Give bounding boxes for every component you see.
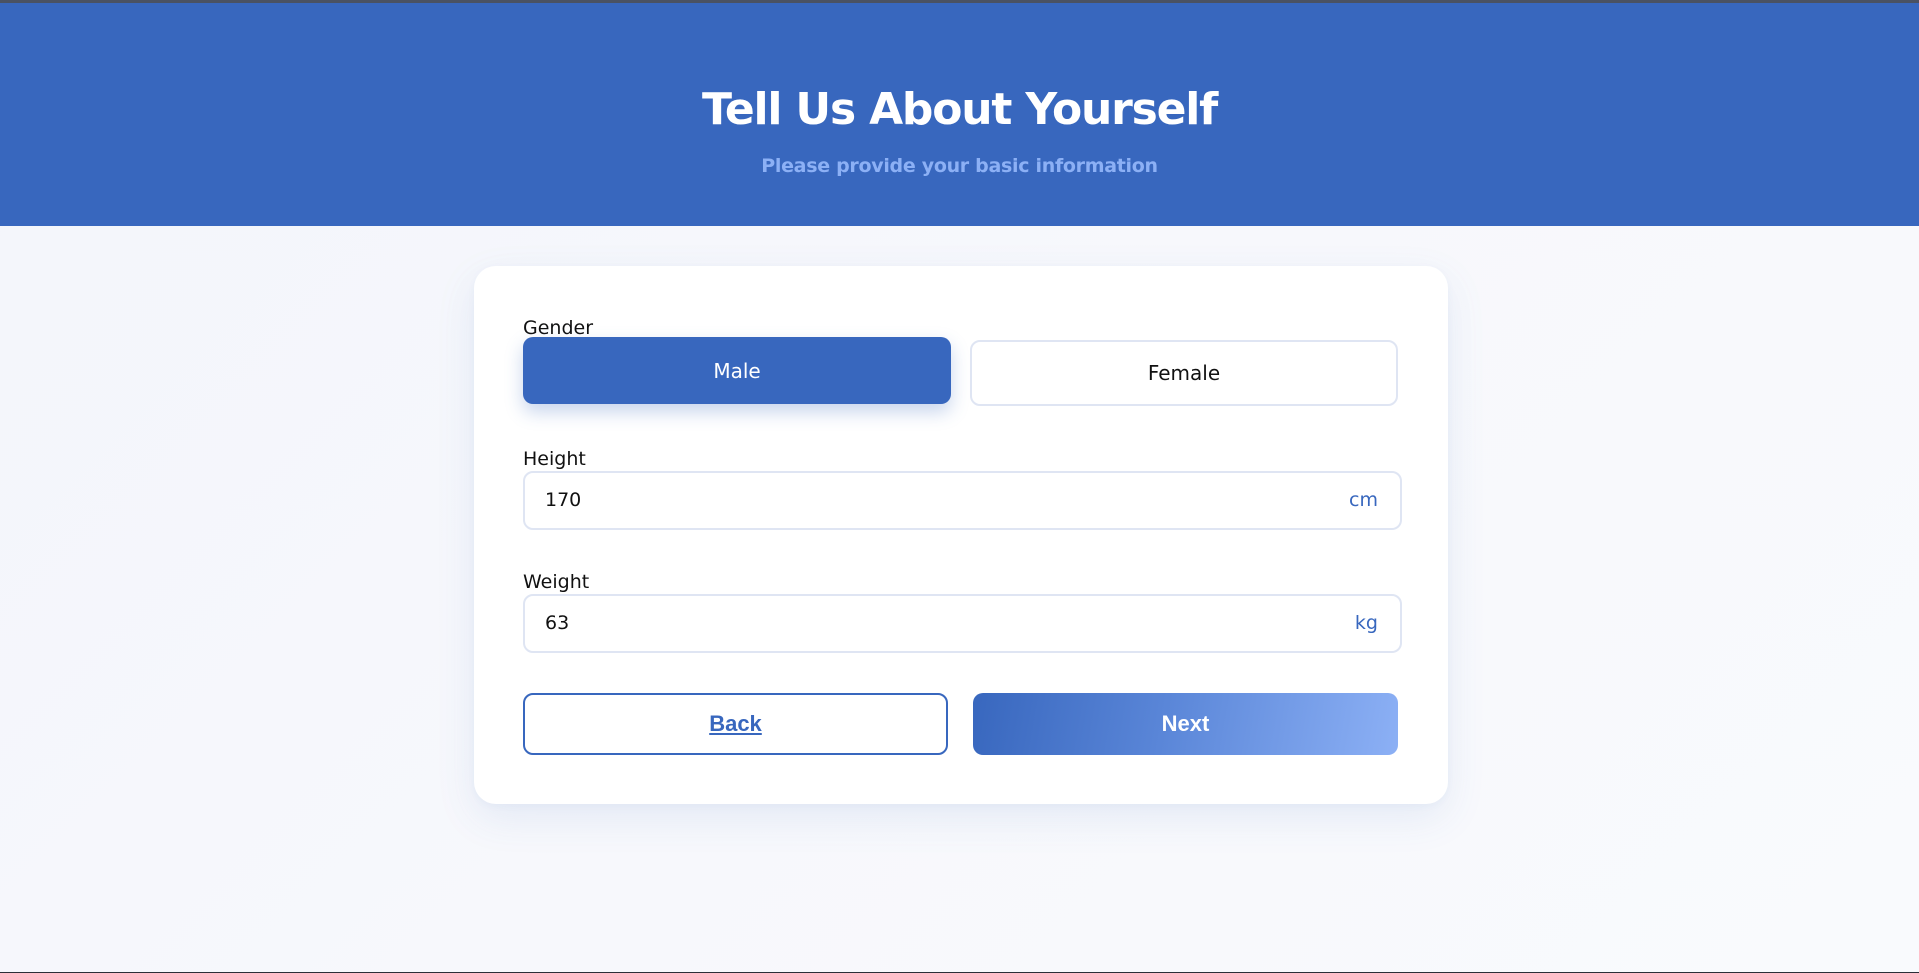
weight-input[interactable]: 63 kg (523, 594, 1402, 653)
page-header: Tell Us About Yourself Please provide yo… (0, 3, 1919, 226)
back-button[interactable]: Back (523, 693, 948, 755)
profile-form-card: Gender Male Female Height 170 cm Weight … (474, 266, 1448, 804)
weight-value[interactable]: 63 (545, 596, 569, 651)
next-button[interactable]: Next (973, 693, 1398, 755)
page-title: Tell Us About Yourself (701, 84, 1218, 135)
weight-unit: kg (1354, 612, 1378, 634)
height-value[interactable]: 170 (545, 473, 581, 528)
height-unit: cm (1349, 489, 1378, 511)
gender-male-button[interactable]: Male (523, 337, 951, 404)
height-input[interactable]: 170 cm (523, 471, 1402, 530)
gender-female-button[interactable]: Female (970, 340, 1398, 406)
height-label: Height (523, 448, 586, 470)
page-subtitle: Please provide your basic information (761, 155, 1158, 177)
weight-label: Weight (523, 571, 590, 593)
